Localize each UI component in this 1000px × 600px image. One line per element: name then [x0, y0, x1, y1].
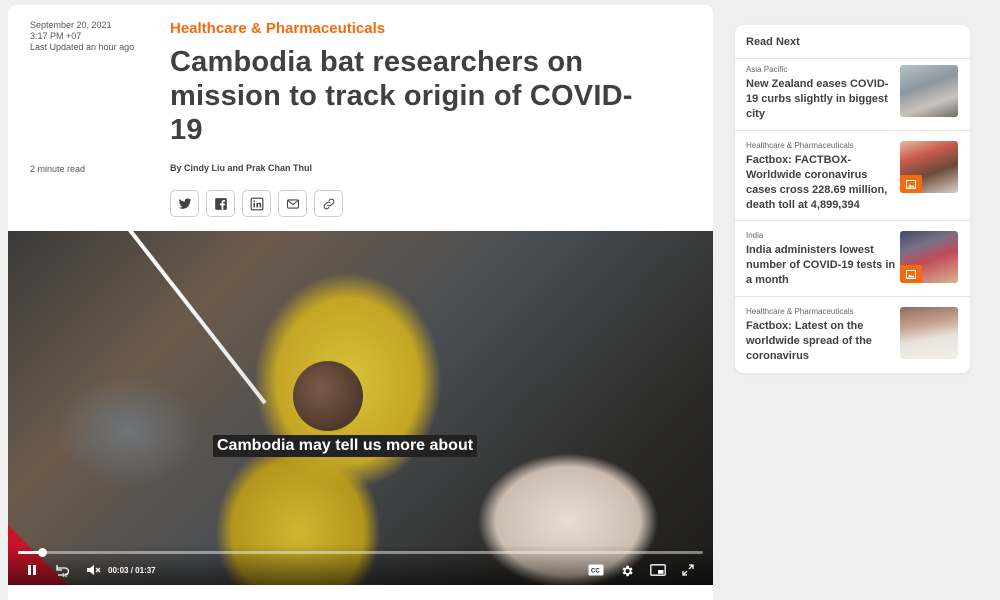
mute-icon: [87, 565, 101, 575]
read-next-story[interactable]: India India administers lowest number of…: [735, 220, 970, 296]
video-frame-swab: [128, 231, 267, 405]
story-title[interactable]: Factbox: Latest on the worldwide spread …: [746, 319, 896, 364]
pause-button[interactable]: [26, 564, 38, 576]
link-icon: [323, 198, 334, 209]
story-category: India: [746, 231, 764, 240]
page-title: Cambodia bat researchers on mission to t…: [170, 46, 633, 146]
mute-button[interactable]: [86, 564, 102, 576]
facebook-icon: [214, 197, 227, 210]
article-date: September 20, 2021: [30, 20, 112, 30]
pause-icon: [28, 565, 36, 575]
gallery-badge: [900, 265, 922, 283]
gallery-icon: [906, 269, 916, 279]
share-facebook-button[interactable]: [206, 190, 235, 217]
story-category: Healthcare & Pharmaceuticals: [746, 141, 854, 150]
story-thumbnail[interactable]: [900, 141, 958, 193]
article-card: September 20, 2021 3:17 PM +07 Last Upda…: [8, 5, 713, 600]
pip-button[interactable]: [650, 564, 666, 576]
read-next-story[interactable]: Asia Pacific New Zealand eases COVID-19 …: [735, 58, 970, 130]
svg-text:CC: CC: [591, 569, 600, 575]
cc-icon: CC: [588, 564, 604, 576]
twitter-icon: [178, 197, 191, 209]
linkedin-icon: [250, 197, 263, 210]
pip-icon: [650, 564, 666, 576]
captions-button[interactable]: CC: [588, 564, 604, 576]
replay-10-icon: 10: [56, 565, 70, 578]
share-link-button[interactable]: [314, 190, 343, 217]
video-duration: 01:37: [135, 566, 156, 575]
section-link[interactable]: Healthcare & Pharmaceuticals: [170, 20, 385, 37]
video-progress-bar[interactable]: [18, 548, 703, 557]
story-thumbnail[interactable]: [900, 231, 958, 283]
replay-10-button[interactable]: 10: [54, 564, 70, 578]
video-frame-bat: [293, 361, 363, 431]
byline: By Cindy Liu and Prak Chan Thul: [170, 163, 313, 173]
read-next-story[interactable]: Healthcare & Pharmaceuticals Factbox: La…: [735, 296, 970, 373]
video-controls: 10 00:03 / 01:37 CC: [8, 545, 713, 585]
video-player[interactable]: Cambodia may tell us more about 10 00:03…: [8, 231, 713, 585]
story-thumbnail[interactable]: [900, 65, 958, 117]
settings-icon: [622, 565, 633, 577]
read-next-story[interactable]: Healthcare & Pharmaceuticals Factbox: FA…: [735, 130, 970, 220]
fullscreen-button[interactable]: [682, 564, 694, 576]
story-title[interactable]: India administers lowest number of COVID…: [746, 243, 896, 288]
fullscreen-icon: [682, 564, 694, 576]
story-title[interactable]: Factbox: FACTBOX-Worldwide coronavirus c…: [746, 153, 896, 213]
gallery-icon: [906, 179, 916, 189]
email-icon: [286, 198, 299, 209]
video-time: 00:03 / 01:37: [108, 566, 156, 575]
share-email-button[interactable]: [278, 190, 307, 217]
share-bar: [170, 190, 343, 217]
video-caption: Cambodia may tell us more about: [213, 435, 478, 457]
gallery-badge: [900, 175, 922, 193]
story-thumbnail[interactable]: [900, 307, 958, 359]
story-category: Healthcare & Pharmaceuticals: [746, 307, 854, 316]
settings-button[interactable]: [620, 564, 634, 578]
svg-text:10: 10: [62, 573, 68, 578]
story-title[interactable]: New Zealand eases COVID-19 curbs slightl…: [746, 77, 896, 122]
article-last-updated: Last Updated an hour ago: [30, 42, 135, 52]
article-meta: September 20, 2021 3:17 PM +07 Last Upda…: [30, 20, 134, 53]
video-time-separator: /: [130, 566, 133, 575]
read-next-sidebar: Read Next Asia Pacific New Zealand eases…: [735, 25, 970, 373]
video-current-time: 00:03: [108, 566, 129, 575]
share-twitter-button[interactable]: [170, 190, 199, 217]
share-linkedin-button[interactable]: [242, 190, 271, 217]
article-time: 3:17 PM +07: [30, 31, 82, 41]
read-time: 2 minute read: [30, 164, 86, 174]
video-progress-handle[interactable]: [37, 548, 47, 557]
story-category: Asia Pacific: [746, 65, 788, 74]
read-next-title: Read Next: [746, 36, 800, 48]
